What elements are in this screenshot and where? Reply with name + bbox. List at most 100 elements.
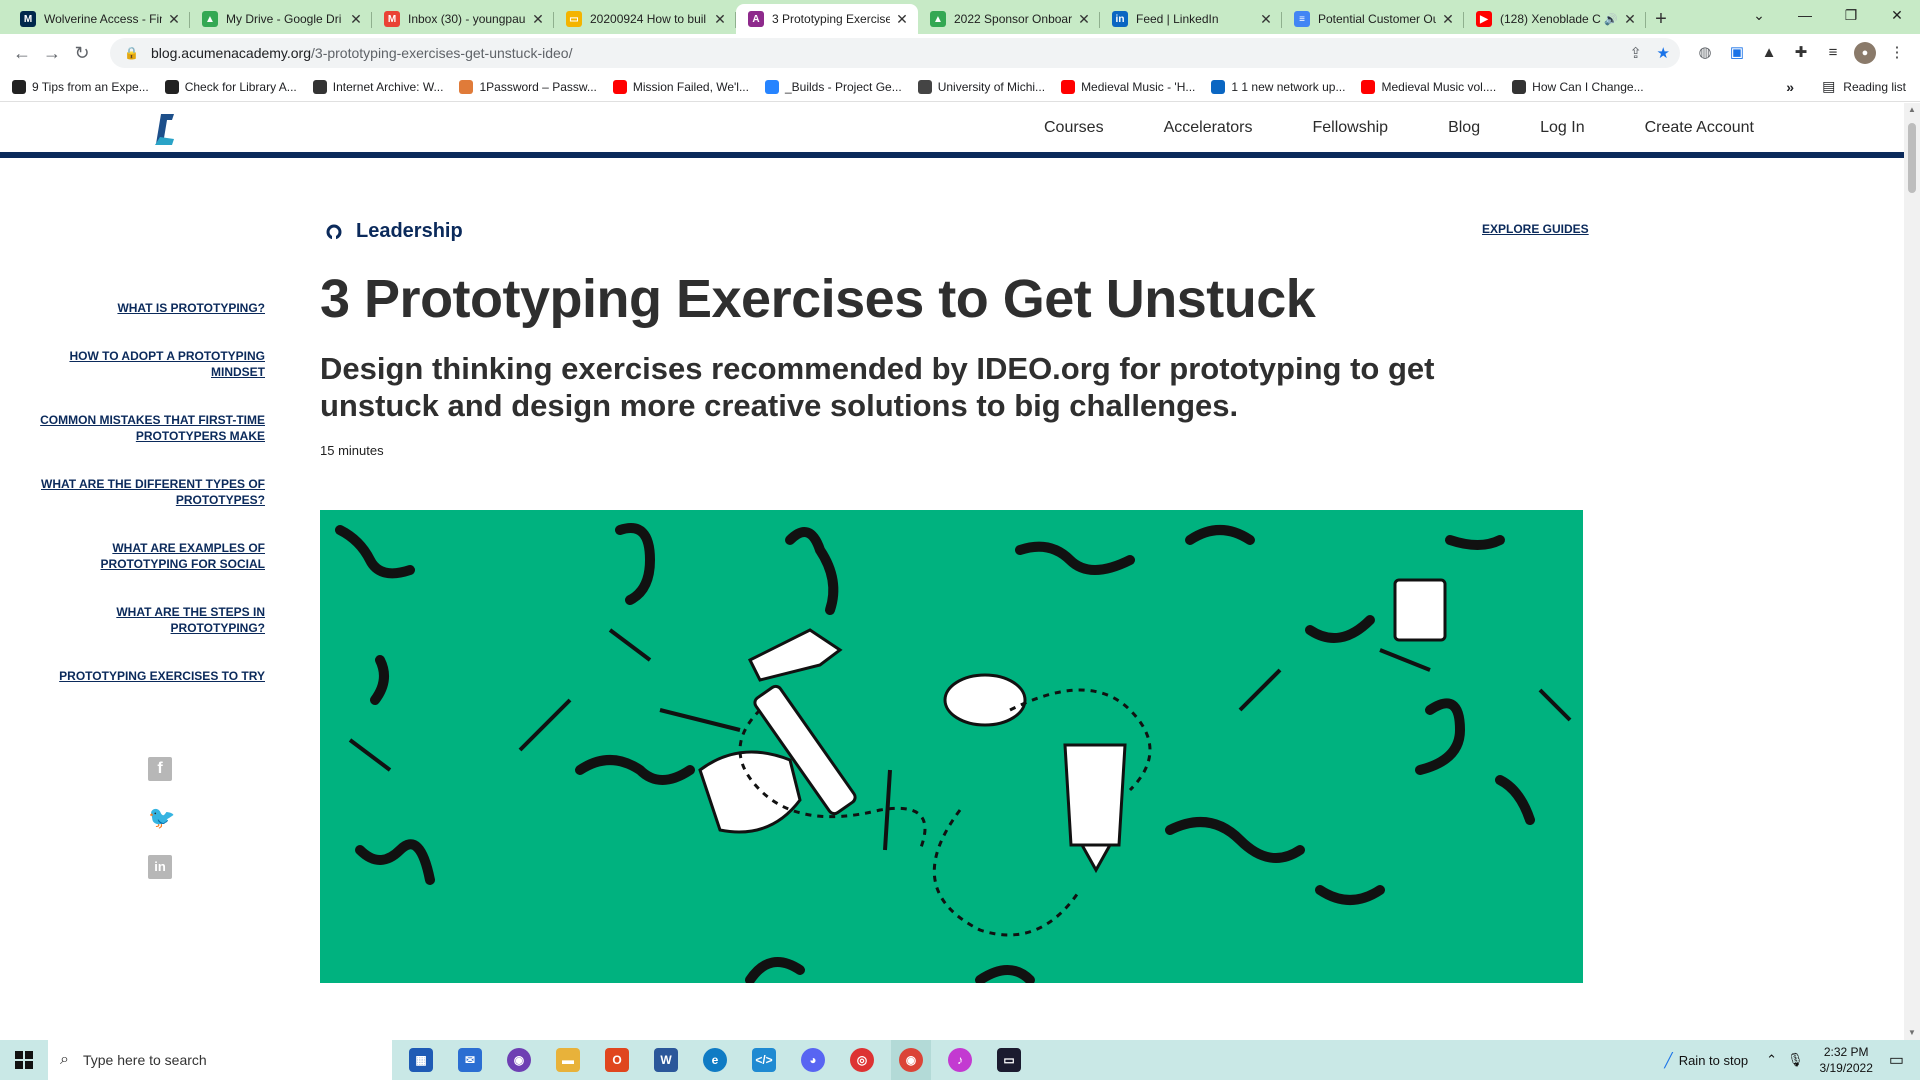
nav-fellowship[interactable]: Fellowship bbox=[1312, 119, 1388, 137]
more-bookmarks-icon[interactable]: » bbox=[1786, 79, 1794, 95]
reload-icon[interactable]: ↻ bbox=[68, 39, 96, 67]
facebook-icon[interactable]: f bbox=[148, 757, 172, 781]
taskbar-mail[interactable]: ✉ bbox=[450, 1040, 490, 1080]
browser-tab[interactable]: M Wolverine Access - Fin ✕ bbox=[8, 4, 190, 34]
taskbar-github[interactable]: ◉ bbox=[499, 1040, 539, 1080]
bookmark-item[interactable]: University of Michi... bbox=[917, 79, 1045, 94]
bookmark-item[interactable]: 9 Tips from an Expe... bbox=[12, 79, 149, 94]
lock-icon[interactable]: 🔒 bbox=[124, 46, 139, 60]
browser-tab[interactable]: in Feed | LinkedIn ✕ bbox=[1100, 4, 1282, 34]
umich-icon: M bbox=[20, 11, 36, 27]
microphone-icon[interactable]: 🎙 bbox=[1787, 1052, 1804, 1068]
nav-blog[interactable]: Blog bbox=[1448, 119, 1480, 137]
bookmark-item[interactable]: Medieval Music - 'H... bbox=[1061, 79, 1195, 94]
nav-create-account[interactable]: Create Account bbox=[1645, 119, 1754, 137]
bookmark-item[interactable]: How Can I Change... bbox=[1512, 79, 1644, 94]
forward-icon[interactable]: → bbox=[38, 39, 66, 67]
bookmark-item[interactable]: 1Password – Passw... bbox=[459, 79, 597, 94]
taskbar-app-store[interactable]: ▦ bbox=[401, 1040, 441, 1080]
taskbar-clock[interactable]: 2:32 PM 3/19/2022 bbox=[1819, 1044, 1872, 1076]
tab-close-icon[interactable]: ✕ bbox=[530, 11, 546, 27]
extension-icon-1[interactable]: ◍ bbox=[1694, 42, 1716, 64]
toc-steps-in-prototyping[interactable]: WHAT ARE THE STEPS IN PROTOTYPING? bbox=[40, 604, 265, 636]
article-category[interactable]: Leadership bbox=[326, 220, 463, 243]
tab-close-icon[interactable]: ✕ bbox=[894, 11, 910, 27]
linkedin-icon[interactable]: in bbox=[148, 855, 172, 879]
browser-tab[interactable]: ▭ 20200924 How to buil ✕ bbox=[554, 4, 736, 34]
windows-start-button[interactable] bbox=[0, 1040, 48, 1080]
tab-close-icon[interactable]: ✕ bbox=[1622, 11, 1638, 27]
hammer-small bbox=[1538, 688, 1572, 722]
page-scrollbar[interactable]: ▲ ▼ bbox=[1904, 103, 1920, 1040]
scroll-thumb[interactable] bbox=[1908, 123, 1916, 193]
taskbar-search[interactable]: ⌕ Type here to search bbox=[48, 1040, 392, 1080]
scroll-up-arrow[interactable]: ▲ bbox=[1904, 103, 1920, 117]
scroll-down-arrow[interactable]: ▼ bbox=[1904, 1026, 1920, 1040]
reading-list-button[interactable]: ▤ Reading list bbox=[1822, 78, 1906, 95]
browser-tab[interactable]: ▲ 2022 Sponsor Onboar ✕ bbox=[918, 4, 1100, 34]
toc-common-mistakes[interactable]: COMMON MISTAKES THAT FIRST-TIME PROTOTYP… bbox=[40, 412, 265, 444]
taskbar-itunes[interactable]: ♪ bbox=[940, 1040, 980, 1080]
taskbar-edge[interactable]: e bbox=[695, 1040, 735, 1080]
explore-guides-link[interactable]: EXPLORE GUIDES bbox=[1482, 222, 1589, 236]
nav-accelerators[interactable]: Accelerators bbox=[1164, 119, 1253, 137]
dotted-path-3 bbox=[932, 809, 1082, 937]
close-window-button[interactable]: ✕ bbox=[1874, 0, 1920, 30]
toc-exercises-to-try[interactable]: PROTOTYPING EXERCISES TO TRY bbox=[40, 668, 265, 684]
tab-close-icon[interactable]: ✕ bbox=[1440, 11, 1456, 27]
browser-tab[interactable]: M Inbox (30) - youngpau ✕ bbox=[372, 4, 554, 34]
twitter-icon[interactable]: 🐦 bbox=[148, 806, 175, 830]
bookmark-item[interactable]: Medieval Music vol.... bbox=[1361, 79, 1496, 94]
back-icon[interactable]: ← bbox=[8, 39, 36, 67]
extension-icon-3[interactable]: ▲ bbox=[1758, 42, 1780, 64]
tab-close-icon[interactable]: ✕ bbox=[1076, 11, 1092, 27]
acumen-logo[interactable] bbox=[152, 111, 180, 149]
tray-chevron-icon[interactable]: ⌃ bbox=[1766, 1052, 1777, 1068]
clock-date: 3/19/2022 bbox=[1819, 1061, 1873, 1075]
minimize-button[interactable]: — bbox=[1782, 0, 1828, 30]
extensions-puzzle-icon[interactable]: ✚ bbox=[1790, 42, 1812, 64]
share-icon[interactable]: ⇪ bbox=[1629, 44, 1642, 62]
notifications-icon[interactable]: ▭ bbox=[1889, 1050, 1904, 1070]
restore-button[interactable]: ❐ bbox=[1828, 0, 1874, 30]
toc-examples-social[interactable]: WHAT ARE EXAMPLES OF PROTOTYPING FOR SOC… bbox=[40, 540, 265, 572]
system-tray: ╱ Rain to stop ⌃ 🎙 2:32 PM 3/19/2022 ▭ bbox=[1664, 1040, 1920, 1080]
bookmark-item[interactable]: 1 1 new network up... bbox=[1211, 79, 1345, 94]
new-tab-button[interactable]: + bbox=[1646, 4, 1676, 34]
taskbar-vscode[interactable]: </> bbox=[744, 1040, 784, 1080]
extension-icon-2[interactable]: ▣ bbox=[1726, 42, 1748, 64]
toc-types-of-prototypes[interactable]: WHAT ARE THE DIFFERENT TYPES OF PROTOTYP… bbox=[40, 476, 265, 508]
bookmark-item[interactable]: Internet Archive: W... bbox=[312, 79, 443, 94]
toc-what-is-prototyping[interactable]: WHAT IS PROTOTYPING? bbox=[40, 300, 265, 316]
taskbar-word[interactable]: W bbox=[646, 1040, 686, 1080]
nav-log-in[interactable]: Log In bbox=[1540, 119, 1584, 137]
chrome-menu-icon[interactable]: ⋮ bbox=[1886, 42, 1908, 64]
weather-text[interactable]: Rain to stop bbox=[1679, 1053, 1748, 1068]
taskbar-terminal[interactable]: ▭ bbox=[989, 1040, 1029, 1080]
tab-close-icon[interactable]: ✕ bbox=[166, 11, 182, 27]
media-control-icon[interactable]: ≡ bbox=[1822, 42, 1844, 64]
taskbar-app-red[interactable]: ◎ bbox=[842, 1040, 882, 1080]
address-bar[interactable]: 🔒 blog.acumenacademy.org/3-prototyping-e… bbox=[110, 38, 1680, 68]
taskbar-discord[interactable]: ◕ bbox=[793, 1040, 833, 1080]
tab-close-icon[interactable]: ✕ bbox=[1258, 11, 1274, 27]
bookmark-star-icon[interactable]: ★ bbox=[1657, 44, 1670, 62]
nav-courses[interactable]: Courses bbox=[1044, 119, 1104, 137]
toc-prototyping-mindset[interactable]: HOW TO ADOPT A PROTOTYPING MINDSET bbox=[40, 348, 265, 380]
bookmark-item[interactable]: _Builds - Project Ge... bbox=[764, 79, 902, 94]
browser-tab[interactable]: ▶ (128) Xenoblade C 🔊 ✕ bbox=[1464, 4, 1646, 34]
nail-1 bbox=[659, 708, 741, 732]
browser-tab[interactable]: A 3 Prototyping Exercise ✕ bbox=[736, 4, 918, 34]
taskbar-office[interactable]: O bbox=[597, 1040, 637, 1080]
bookmark-item[interactable]: Mission Failed, We'l... bbox=[612, 79, 749, 94]
taskbar-file-explorer[interactable]: ▬ bbox=[548, 1040, 588, 1080]
tab-audio-icon[interactable]: 🔊 bbox=[1604, 13, 1618, 26]
browser-tab[interactable]: ▲ My Drive - Google Dri ✕ bbox=[190, 4, 372, 34]
tab-close-icon[interactable]: ✕ bbox=[348, 11, 364, 27]
profile-avatar[interactable]: ● bbox=[1854, 42, 1876, 64]
tab-close-icon[interactable]: ✕ bbox=[712, 11, 728, 27]
tab-search-icon[interactable]: ⌄ bbox=[1736, 0, 1782, 30]
taskbar-chrome[interactable]: ◉ bbox=[891, 1040, 931, 1080]
bookmark-item[interactable]: Check for Library A... bbox=[164, 79, 297, 94]
browser-tab[interactable]: ≡ Potential Customer Ou ✕ bbox=[1282, 4, 1464, 34]
